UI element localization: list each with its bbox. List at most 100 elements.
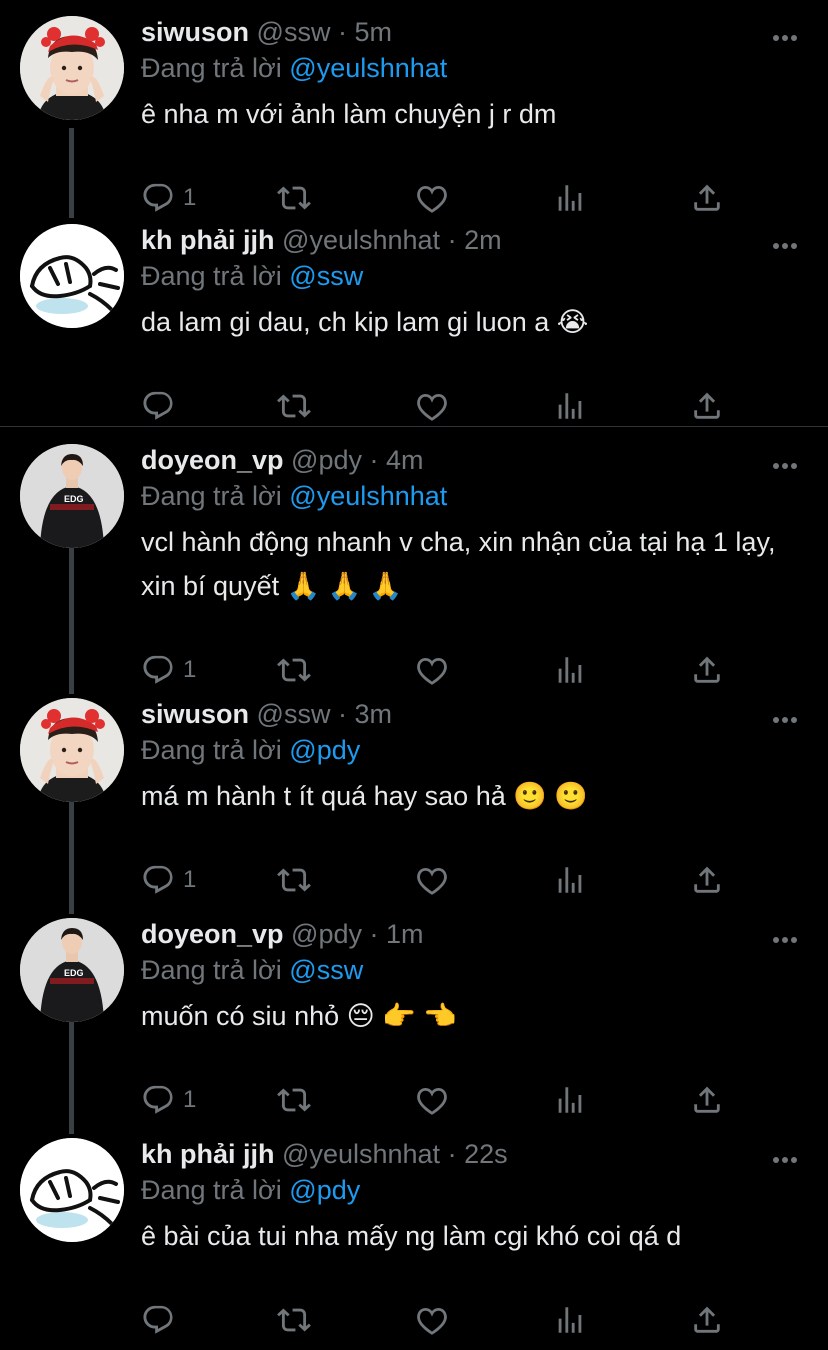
handle[interactable]: @ssw — [257, 17, 331, 47]
reply-icon — [141, 1303, 175, 1337]
reply-count: 1 — [183, 656, 197, 683]
reply-mention[interactable]: @ssw — [289, 261, 363, 291]
timestamp[interactable]: 2m — [464, 225, 502, 255]
analytics-icon — [553, 181, 587, 215]
tweet[interactable]: kh phải jjh @yeulshnhat · 22s Đang trả l… — [0, 1136, 828, 1350]
share-button[interactable] — [690, 1080, 724, 1120]
tweet-text-content: da lam gi dau, ch kip lam gi luon a 😭 — [141, 307, 589, 337]
retweet-button[interactable] — [277, 386, 311, 426]
like-button[interactable] — [415, 860, 449, 900]
tweet[interactable]: siwuson @ssw · 3m Đang trả lời @pdy má m… — [0, 696, 828, 910]
retweet-icon — [277, 389, 311, 423]
tweet[interactable]: kh phải jjh @yeulshnhat · 2m Đang trả lờ… — [0, 222, 828, 436]
analytics-icon — [553, 1083, 587, 1117]
more-options-icon[interactable] — [772, 237, 798, 249]
tweet[interactable]: EDG doyeon_vp @pdy · 4m Đang trả lời @ye… — [0, 442, 828, 700]
reply-button[interactable]: 1 — [141, 860, 196, 900]
tweet-text-content: muốn có siu nhỏ 😔 👉 👈 — [141, 1001, 458, 1031]
like-button[interactable] — [415, 1300, 449, 1340]
share-button[interactable] — [690, 650, 724, 690]
share-button[interactable] — [690, 178, 724, 218]
reply-prefix: Đang trả lời — [141, 735, 282, 765]
views-button[interactable] — [553, 178, 587, 218]
like-button[interactable] — [415, 1080, 449, 1120]
reply-mention[interactable]: @yeulshnhat — [289, 53, 447, 83]
more-options-icon[interactable] — [772, 457, 798, 469]
tweet[interactable]: EDG doyeon_vp @pdy · 1m Đang trả lời @ss… — [0, 916, 828, 1130]
timestamp[interactable]: 3m — [354, 699, 392, 729]
reply-button[interactable]: 1 — [141, 650, 196, 690]
handle[interactable]: @ssw — [257, 699, 331, 729]
more-options-icon[interactable] — [772, 931, 798, 943]
handle[interactable]: @yeulshnhat — [282, 1139, 440, 1169]
display-name[interactable]: doyeon_vp — [141, 445, 284, 475]
analytics-icon — [553, 1303, 587, 1337]
reply-button[interactable] — [141, 1300, 183, 1340]
timestamp[interactable]: 4m — [386, 445, 424, 475]
retweet-button[interactable] — [277, 860, 311, 900]
separator-dot: · — [447, 225, 457, 255]
handle[interactable]: @pdy — [291, 919, 362, 949]
reply-mention[interactable]: @pdy — [289, 735, 360, 765]
reply-count: 1 — [183, 1086, 197, 1113]
reply-button[interactable] — [141, 386, 183, 426]
retweet-icon — [277, 1303, 311, 1337]
views-button[interactable] — [553, 650, 587, 690]
avatar[interactable]: EDG — [20, 918, 124, 1022]
reply-button[interactable]: 1 — [141, 1080, 196, 1120]
retweet-button[interactable] — [277, 650, 311, 690]
reply-context: Đang trả lời @ssw — [141, 954, 363, 986]
timestamp[interactable]: 1m — [386, 919, 424, 949]
more-options-icon[interactable] — [772, 29, 798, 41]
display-name[interactable]: siwuson — [141, 17, 249, 47]
reply-mention[interactable]: @ssw — [289, 955, 363, 985]
tweet-header: siwuson @ssw · 5m — [141, 16, 392, 48]
handle[interactable]: @yeulshnhat — [282, 225, 440, 255]
avatar[interactable] — [20, 698, 124, 802]
like-button[interactable] — [415, 650, 449, 690]
reply-mention[interactable]: @yeulshnhat — [289, 481, 447, 511]
reply-prefix: Đang trả lời — [141, 53, 282, 83]
reply-icon — [141, 863, 175, 897]
more-options-icon[interactable] — [772, 1151, 798, 1163]
reply-prefix: Đang trả lời — [141, 261, 282, 291]
views-button[interactable] — [553, 1080, 587, 1120]
reply-count: 1 — [183, 184, 197, 211]
more-options-icon[interactable] — [772, 711, 798, 723]
timestamp[interactable]: 22s — [464, 1139, 508, 1169]
views-button[interactable] — [553, 1300, 587, 1340]
share-button[interactable] — [690, 860, 724, 900]
avatar[interactable] — [20, 224, 124, 328]
display-name[interactable]: kh phải jjh — [141, 225, 275, 255]
display-name[interactable]: kh phải jjh — [141, 1139, 275, 1169]
reply-mention[interactable]: @pdy — [289, 1175, 360, 1205]
action-bar — [141, 386, 741, 426]
share-button[interactable] — [690, 386, 724, 426]
avatar[interactable]: EDG — [20, 444, 124, 548]
retweet-button[interactable] — [277, 178, 311, 218]
avatar[interactable] — [20, 1138, 124, 1242]
like-button[interactable] — [415, 386, 449, 426]
separator-dot: · — [337, 17, 347, 47]
retweet-icon — [277, 653, 311, 687]
display-name[interactable]: siwuson — [141, 699, 249, 729]
retweet-button[interactable] — [277, 1080, 311, 1120]
share-button[interactable] — [690, 1300, 724, 1340]
display-name[interactable]: doyeon_vp — [141, 919, 284, 949]
separator-dot: · — [369, 919, 379, 949]
handle[interactable]: @pdy — [291, 445, 362, 475]
timestamp[interactable]: 5m — [354, 17, 392, 47]
avatar[interactable] — [20, 16, 124, 120]
retweet-button[interactable] — [277, 1300, 311, 1340]
reply-context: Đang trả lời @pdy — [141, 734, 360, 766]
separator-dot: · — [369, 445, 379, 475]
tweet-text: da lam gi dau, ch kip lam gi luon a 😭 — [141, 300, 801, 344]
views-button[interactable] — [553, 860, 587, 900]
analytics-icon — [553, 389, 587, 423]
reply-button[interactable]: 1 — [141, 178, 196, 218]
action-bar: 1 — [141, 860, 741, 900]
like-button[interactable] — [415, 178, 449, 218]
tweet-text-content: ê nha m với ảnh làm chuyện j r dm — [141, 99, 557, 129]
views-button[interactable] — [553, 386, 587, 426]
tweet[interactable]: siwuson @ssw · 5m Đang trả lời @yeulshnh… — [0, 14, 828, 228]
